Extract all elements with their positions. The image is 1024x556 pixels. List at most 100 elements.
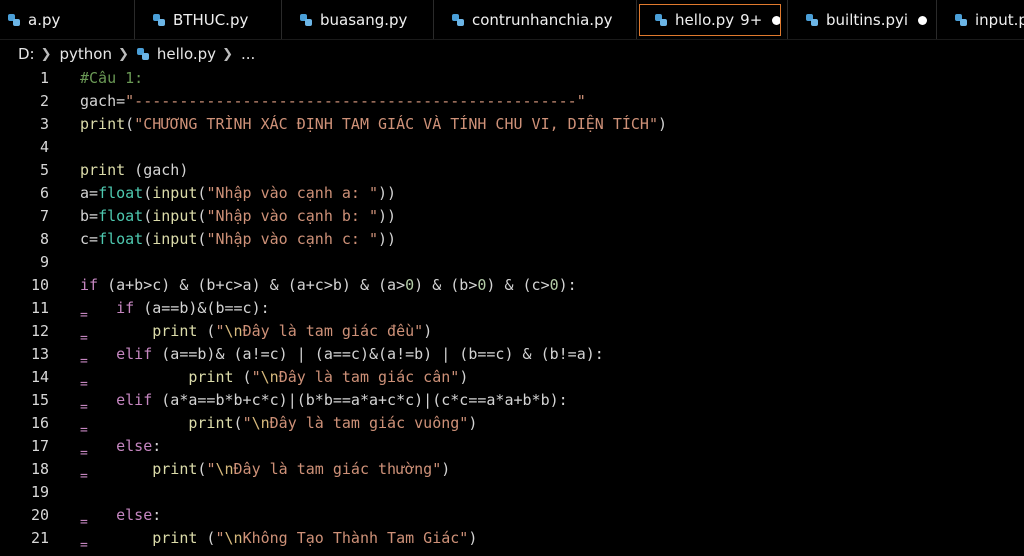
tab-bthuc-py[interactable]: BTHUC.py: [135, 0, 282, 39]
code-text: if (a==b)&(b==c):: [80, 297, 270, 320]
code-token: "---------------------------------------…: [125, 92, 586, 110]
code-token: elif: [116, 345, 153, 363]
code-token: (: [197, 322, 216, 340]
code-token: Đây là tam giác vuông": [269, 414, 469, 432]
code-token: print: [152, 460, 198, 478]
code-text: print ("\nKhông Tạo Thành Tam Giác"): [80, 527, 477, 550]
tab-label: contrunhanchia.py: [472, 11, 613, 29]
code-line[interactable]: 8 c=float(input("Nhập vào cạnh c: ")): [0, 228, 1024, 251]
code-token: ": [251, 368, 261, 386]
breadcrumb-folder[interactable]: python: [60, 45, 112, 63]
code-token: (: [233, 368, 252, 386]
code-line[interactable]: 17 else: =: [0, 435, 1024, 460]
code-line[interactable]: 7 b=float(input("Nhập vào cạnh b: ")): [0, 205, 1024, 228]
line-number: 18: [30, 460, 49, 478]
code-line[interactable]: 2 gach="---------------------------------…: [0, 90, 1024, 113]
code-text: if (a+b>c) & (b+c>a) & (a+c>b) & (a>0) &…: [80, 274, 577, 297]
code-text: print("\nĐây là tam giác thường"): [80, 458, 450, 481]
code-token: \n: [251, 414, 270, 432]
tab-label: input.p: [975, 11, 1024, 29]
line-number: 13: [30, 345, 49, 363]
breadcrumb-symbols[interactable]: ...: [241, 45, 255, 63]
line-number: 20: [30, 506, 49, 524]
code-token: "Nhập vào cạnh c: ": [206, 230, 379, 248]
code-text: a=float(input("Nhập vào cạnh a: ")): [80, 182, 396, 205]
code-token: print: [188, 368, 234, 386]
code-token: else: [116, 506, 153, 524]
code-token: )): [378, 230, 397, 248]
code-token: gach=: [80, 92, 126, 110]
tab-label: BTHUC.py: [173, 11, 249, 29]
tab-buasang-py[interactable]: buasang.py: [282, 0, 434, 39]
code-line[interactable]: 13 elif (a==b)& (a!=c) | (a==c)&(a!=b) |…: [0, 343, 1024, 368]
python-file-icon: [806, 14, 818, 26]
tab-a-py[interactable]: a.py: [0, 0, 135, 39]
unsaved-dot-icon[interactable]: [918, 15, 928, 25]
code-line[interactable]: 1 #Câu 1:: [0, 67, 1024, 90]
tab-contrunhanchia-py[interactable]: contrunhanchia.py: [434, 0, 637, 39]
problem-squiggle-icon: =: [80, 538, 88, 553]
code-token: if: [116, 299, 135, 317]
code-line[interactable]: 10 if (a+b>c) & (b+c>a) & (a+c>b) & (a>0)…: [0, 274, 1024, 297]
chevron-right-icon: ❯: [222, 46, 233, 62]
unsaved-dot-icon[interactable]: [772, 15, 782, 25]
line-number: 11: [30, 299, 49, 317]
code-line[interactable]: 3 print("CHƯƠNG TRÌNH XÁC ĐỊNH TAM GIÁC V…: [0, 113, 1024, 136]
code-token: float: [98, 230, 144, 248]
tab-label: hello.py: [675, 11, 735, 29]
code-line[interactable]: 9: [0, 251, 1024, 274]
code-token: Không Tạo Thành Tam Giác": [242, 529, 469, 547]
code-token: \n: [260, 368, 279, 386]
code-line[interactable]: 11 if (a==b)&(b==c): =: [0, 297, 1024, 322]
breadcrumb-file[interactable]: hello.py: [157, 45, 216, 63]
tab-builtins-pyi[interactable]: builtins.pyi: [788, 0, 937, 39]
code-line[interactable]: 18 print("\nĐây là tam giác thường") =: [0, 458, 1024, 483]
code-token: if: [80, 276, 99, 294]
code-text: print("\nĐây là tam giác vuông"): [80, 412, 477, 435]
code-token: #Câu 1:: [80, 69, 144, 87]
code-text: print ("\nĐây là tam giác cân"): [80, 366, 468, 389]
code-token: \n: [224, 529, 243, 547]
code-line[interactable]: 12 print ("\nĐây là tam giác đều") =: [0, 320, 1024, 345]
line-number: 17: [30, 437, 49, 455]
code-line[interactable]: 6 a=float(input("Nhập vào cạnh a: ")): [0, 182, 1024, 205]
code-token: ): [441, 460, 451, 478]
python-file-icon: [452, 14, 464, 26]
code-token: (: [197, 529, 216, 547]
code-editor[interactable]: 1 #Câu 1: 2 gach="-------------------------…: [0, 67, 1024, 556]
code-text: else:: [80, 504, 161, 527]
code-line[interactable]: 16 print("\nĐây là tam giác vuông") =: [0, 412, 1024, 437]
breadcrumb: D: ❯ python ❯ hello.py ❯ ...: [0, 41, 1024, 67]
code-token: \n: [224, 322, 243, 340]
code-token: c=: [80, 230, 99, 248]
code-token: print: [152, 529, 198, 547]
code-text: c=float(input("Nhập vào cạnh c: ")): [80, 228, 396, 251]
line-number: 2: [39, 92, 49, 110]
code-line[interactable]: 19: [0, 481, 1024, 504]
code-line[interactable]: 4: [0, 136, 1024, 159]
code-token: else: [116, 437, 153, 455]
line-number: 15: [30, 391, 49, 409]
code-text: print (gach): [80, 159, 188, 182]
tab-input-p[interactable]: input.p: [937, 0, 1024, 39]
code-line[interactable]: 21 print ("\nKhông Tạo Thành Tam Giác") =: [0, 527, 1024, 553]
line-number: 3: [39, 115, 49, 133]
code-line[interactable]: 14 print ("\nĐây là tam giác cân") =: [0, 366, 1024, 391]
code-line[interactable]: 15 elif (a*a==b*b+c*c)|(b*b==a*a+c*c)|(c…: [0, 389, 1024, 414]
code-line[interactable]: 5 print (gach): [0, 159, 1024, 182]
code-text: print("CHƯƠNG TRÌNH XÁC ĐỊNH TAM GIÁC VÀ…: [80, 113, 667, 136]
code-line[interactable]: 20 else: =: [0, 504, 1024, 529]
tab-hello-py[interactable]: hello.py 9+: [637, 0, 788, 39]
code-text: else:: [80, 435, 161, 458]
code-token: a=: [80, 184, 99, 202]
code-token: )): [378, 184, 397, 202]
code-token: "Nhập vào cạnh b: ": [206, 207, 379, 225]
code-token: (a==b)&(b==c):: [134, 299, 270, 317]
code-token: "CHƯƠNG TRÌNH XÁC ĐỊNH TAM GIÁC VÀ TÍNH …: [134, 115, 658, 133]
code-token: \n: [215, 460, 234, 478]
breadcrumb-drive[interactable]: D:: [18, 45, 35, 63]
code-token: elif: [116, 391, 153, 409]
code-token: Đây là tam giác đều": [242, 322, 424, 340]
